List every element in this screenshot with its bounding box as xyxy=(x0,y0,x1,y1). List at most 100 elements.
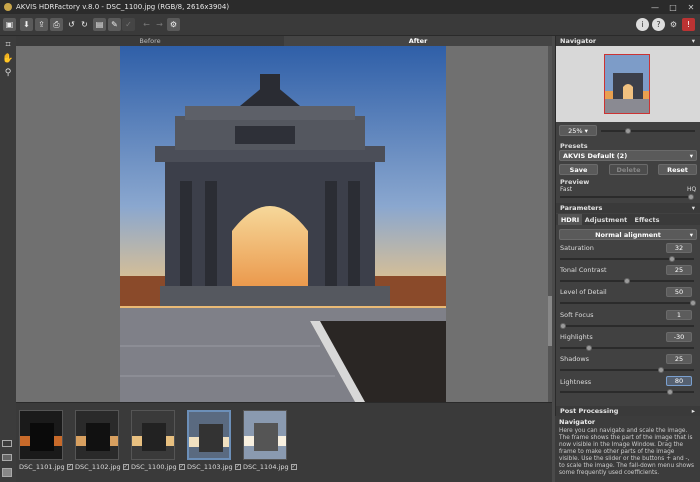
presets-title: Presets xyxy=(560,142,588,150)
parameters-header[interactable]: Parameters ▾ xyxy=(556,203,700,213)
crop-icon[interactable]: ⌗ xyxy=(2,39,14,51)
thumb-checkbox[interactable]: ✓ xyxy=(234,464,241,470)
vertical-scrollbar[interactable] xyxy=(548,46,552,402)
result-image[interactable] xyxy=(120,46,446,402)
saturation-slider-knob[interactable] xyxy=(669,256,675,262)
tab-after[interactable]: After xyxy=(284,36,552,46)
saturation-value[interactable]: 32 xyxy=(666,243,692,253)
preview-slider-knob[interactable] xyxy=(688,194,694,200)
thumb-label: DSC_1102.jpg xyxy=(75,463,121,471)
print-icon[interactable]: ⎙ xyxy=(50,18,63,31)
help-panel: Navigator Here you can navigate and scal… xyxy=(555,416,700,482)
highlights-label: Highlights xyxy=(560,333,593,341)
settings-icon[interactable]: ⚙ xyxy=(167,18,180,31)
parameter-tabs: HDRI Adjustment Effects xyxy=(556,214,700,225)
redo-icon[interactable]: ↻ xyxy=(78,18,91,31)
preview-hq-label: HQ xyxy=(687,186,697,193)
toolbar: ▣ ⬇ ⇪ ⎙ ↺ ↻ ▤ ✎ ✓ ← → ⚙ i ? ⚙ ! xyxy=(0,14,700,36)
navigator-preview[interactable] xyxy=(556,46,700,122)
view-split-icon[interactable] xyxy=(2,454,12,461)
highlights-value[interactable]: -30 xyxy=(666,332,692,342)
saturation-label: Saturation xyxy=(560,244,594,252)
forward-icon[interactable]: → xyxy=(153,18,166,31)
lightness-value[interactable]: 80 xyxy=(666,376,692,386)
thumb-image[interactable] xyxy=(19,410,63,460)
window-title: AKVIS HDRFactory v.8.0 - DSC_1100.jpg (R… xyxy=(16,3,230,11)
tonal-contrast-slider[interactable] xyxy=(560,278,694,284)
undo-icon[interactable]: ↺ xyxy=(65,18,78,31)
save-icon[interactable]: ⬇ xyxy=(20,18,33,31)
batch-icon[interactable]: ▤ xyxy=(93,18,106,31)
expand-icon[interactable]: ▸ xyxy=(692,407,695,415)
collapse-icon[interactable]: ▾ xyxy=(692,37,695,45)
thumb-image[interactable] xyxy=(131,410,175,460)
level-of-detail-slider[interactable] xyxy=(560,300,696,306)
soft-focus-value[interactable]: 1 xyxy=(666,310,692,320)
close-button[interactable]: ✕ xyxy=(682,0,700,14)
scroll-thumb[interactable] xyxy=(548,296,552,346)
notice-icon[interactable]: ! xyxy=(682,18,695,31)
open-icon[interactable]: ▣ xyxy=(3,18,16,31)
presets-select[interactable]: AKVIS Default (2) ▾ xyxy=(559,150,697,161)
save-preset-button[interactable]: Save xyxy=(559,164,598,175)
highlights-slider[interactable] xyxy=(560,345,694,351)
shadows-label: Shadows xyxy=(560,355,590,363)
tab-adjustment[interactable]: Adjustment xyxy=(584,214,628,225)
zoom-icon[interactable]: ⚲ xyxy=(2,67,14,79)
thumb-checkbox[interactable]: ✓ xyxy=(66,464,73,470)
thumb-image[interactable] xyxy=(75,410,119,460)
tab-hdri[interactable]: HDRI xyxy=(558,214,582,225)
gear-icon[interactable]: ⚙ xyxy=(667,18,680,31)
zoom-slider[interactable] xyxy=(601,128,695,134)
lightness-label: Lightness xyxy=(560,378,592,386)
filmstrip: DSC_1101.jpg ✓ DSC_1102.jpg ✓ DSC_1100.jpg… xyxy=(16,402,552,482)
soft-focus-slider-knob[interactable] xyxy=(560,323,566,329)
reset-preset-button[interactable]: Reset xyxy=(658,164,697,175)
hand-icon[interactable]: ✋ xyxy=(2,53,14,65)
thumb-image[interactable] xyxy=(187,410,231,460)
zoom-slider-knob[interactable] xyxy=(625,128,631,134)
info-icon[interactable]: i xyxy=(636,18,649,31)
thumb-checkbox[interactable]: ✓ xyxy=(122,464,129,470)
tab-before[interactable]: Before xyxy=(16,36,284,46)
thumb-label: DSC_1100.jpg xyxy=(131,463,177,471)
level-of-detail-slider-knob[interactable] xyxy=(690,300,696,306)
shadows-slider[interactable] xyxy=(560,367,694,373)
highlights-slider-knob[interactable] xyxy=(586,345,592,351)
level-of-detail-label: Level of Detail xyxy=(560,288,607,296)
saturation-slider[interactable] xyxy=(560,256,694,262)
navigator-frame[interactable] xyxy=(604,54,650,114)
preview-title: Preview xyxy=(560,178,590,186)
tab-effects[interactable]: Effects xyxy=(630,214,664,225)
shadows-value[interactable]: 25 xyxy=(666,354,692,364)
delete-preset-button[interactable]: Delete xyxy=(609,164,648,175)
lightness-slider[interactable] xyxy=(560,389,694,395)
thumb-label: DSC_1104.jpg xyxy=(243,463,289,471)
shadows-slider-knob[interactable] xyxy=(658,367,664,373)
navigator-header[interactable]: Navigator ▾ xyxy=(556,36,700,46)
thumb-label: DSC_1101.jpg xyxy=(19,463,65,471)
tonal-contrast-value[interactable]: 25 xyxy=(666,265,692,275)
maximize-button[interactable]: □ xyxy=(664,0,682,14)
minimize-button[interactable]: — xyxy=(646,0,664,14)
thumb-image[interactable] xyxy=(243,410,287,460)
lightness-slider-knob[interactable] xyxy=(667,389,673,395)
apply-icon[interactable]: ✓ xyxy=(122,18,135,31)
alignment-select[interactable]: Normal alignment ▾ xyxy=(559,229,697,240)
level-of-detail-value[interactable]: 50 xyxy=(666,287,692,297)
view-single-icon[interactable] xyxy=(2,440,12,447)
thumb-checkbox[interactable]: ✓ xyxy=(290,464,297,470)
back-icon[interactable]: ← xyxy=(140,18,153,31)
soft-focus-label: Soft Focus xyxy=(560,311,594,319)
export-icon[interactable]: ⇪ xyxy=(35,18,48,31)
soft-focus-slider[interactable] xyxy=(560,323,694,329)
preview-slider[interactable] xyxy=(560,194,694,200)
run-icon[interactable]: ✎ xyxy=(108,18,121,31)
zoom-select[interactable]: 25% ▾ xyxy=(559,125,597,136)
post-processing-header[interactable]: Post Processing ▸ xyxy=(556,406,700,416)
help-icon[interactable]: ? xyxy=(652,18,665,31)
thumb-checkbox[interactable]: ✓ xyxy=(178,464,185,470)
view-grid-icon[interactable] xyxy=(2,468,12,477)
collapse-icon[interactable]: ▾ xyxy=(692,204,695,212)
tonal-contrast-slider-knob[interactable] xyxy=(624,278,630,284)
